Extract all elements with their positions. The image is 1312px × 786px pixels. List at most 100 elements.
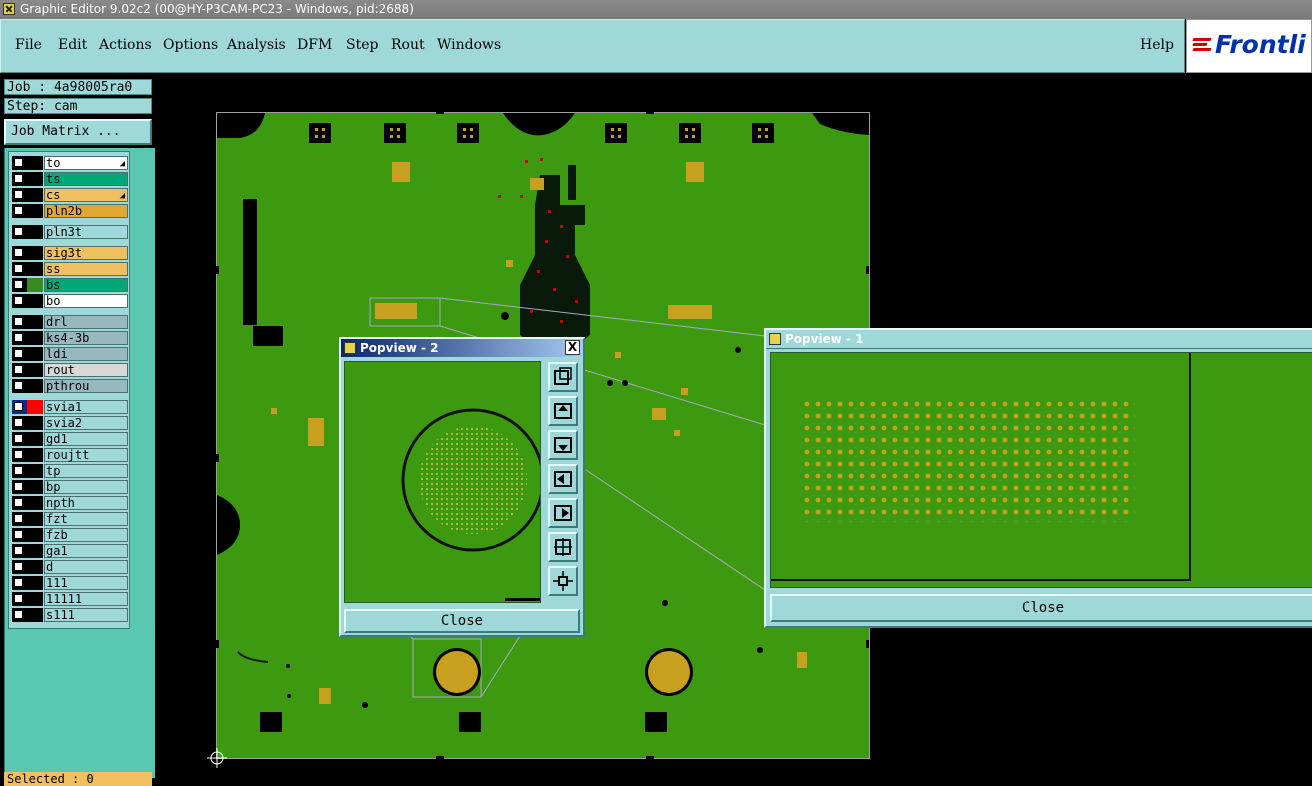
layer-checkbox[interactable] (14, 280, 23, 289)
layer-checkbox[interactable] (14, 402, 23, 411)
layer-row-ga1[interactable]: ga1 (12, 544, 129, 558)
layer-row-roujtt[interactable]: roujtt (12, 448, 129, 462)
layer-checkbox[interactable] (14, 190, 23, 199)
layer-name[interactable]: roujtt (44, 448, 128, 462)
menu-analysis[interactable]: Analysis (227, 37, 286, 53)
pan-up-button[interactable] (548, 396, 578, 426)
layer-name[interactable]: 11111 (44, 592, 128, 606)
layer-name[interactable]: bo (44, 294, 128, 308)
layer-color-swatch[interactable] (27, 432, 43, 446)
layer-row-d[interactable]: d (12, 560, 129, 574)
layer-name[interactable]: drl (44, 315, 128, 329)
layer-row-svia2[interactable]: svia2 (12, 416, 129, 430)
layer-color-swatch[interactable] (27, 315, 43, 329)
layer-name[interactable]: 111 (44, 576, 128, 590)
layer-name[interactable]: fzt (44, 512, 128, 526)
layer-color-swatch[interactable] (27, 448, 43, 462)
layer-checkbox[interactable] (14, 514, 23, 523)
layer-name[interactable]: pln2b (44, 204, 128, 218)
menu-file[interactable]: File (15, 37, 42, 53)
app-icon[interactable] (3, 3, 15, 15)
layer-color-swatch[interactable] (27, 204, 43, 218)
layer-name[interactable]: gd1 (44, 432, 128, 446)
layer-checkbox[interactable] (14, 418, 23, 427)
menu-rout[interactable]: Rout (391, 37, 425, 53)
layer-color-swatch[interactable] (27, 331, 43, 345)
layer-name[interactable]: svia2 (44, 416, 128, 430)
layer-checkbox[interactable] (14, 317, 23, 326)
layer-name[interactable]: fzb (44, 528, 128, 542)
layer-checkbox[interactable] (14, 264, 23, 273)
popview-2-titlebar[interactable]: Popview - 2 X (341, 339, 583, 357)
layer-row-drl[interactable]: drl (12, 315, 129, 329)
layer-name[interactable]: rout (44, 363, 128, 377)
layer-color-swatch[interactable] (27, 496, 43, 510)
layer-checkbox[interactable] (14, 206, 23, 215)
layer-color-swatch[interactable] (27, 416, 43, 430)
layer-row-bo[interactable]: bo (12, 294, 129, 308)
layer-color-swatch[interactable] (27, 480, 43, 494)
layer-row-cs[interactable]: cs ◢ (12, 188, 129, 202)
popview-2-view[interactable] (344, 361, 541, 603)
layer-row-fzt[interactable]: fzt (12, 512, 129, 526)
layer-checkbox[interactable] (14, 530, 23, 539)
layer-checkbox[interactable] (14, 248, 23, 257)
layer-row-11111[interactable]: 11111 (12, 592, 129, 606)
zoom-fit-button[interactable] (548, 362, 578, 392)
layer-row-pln3t[interactable]: pln3t (12, 225, 129, 239)
layer-row-pln2b[interactable]: pln2b (12, 204, 129, 218)
layer-color-swatch[interactable] (27, 156, 43, 170)
window-icon[interactable] (344, 342, 356, 354)
layer-name[interactable]: s111 (44, 608, 128, 622)
layer-checkbox[interactable] (14, 498, 23, 507)
menu-dfm[interactable]: DFM (297, 37, 332, 53)
layer-checkbox[interactable] (14, 562, 23, 571)
layer-row-gd1[interactable]: gd1 (12, 432, 129, 446)
layer-name[interactable]: tp (44, 464, 128, 478)
layer-name[interactable]: cs ◢ (44, 188, 128, 202)
layer-color-swatch[interactable] (27, 363, 43, 377)
menu-actions[interactable]: Actions (99, 37, 152, 53)
layer-name[interactable]: d (44, 560, 128, 574)
layer-checkbox[interactable] (14, 610, 23, 619)
layer-row-svia1[interactable]: svia1 (12, 400, 129, 414)
layer-checkbox[interactable] (14, 594, 23, 603)
layer-row-111[interactable]: 111 (12, 576, 129, 590)
layer-name[interactable]: sig3t (44, 246, 128, 260)
window-icon[interactable] (769, 333, 781, 345)
zoom-in-button[interactable] (548, 532, 578, 562)
layer-name[interactable]: ts (44, 172, 128, 186)
menu-help[interactable]: Help (1140, 37, 1174, 53)
menu-edit[interactable]: Edit (58, 37, 87, 53)
layer-checkbox[interactable] (14, 381, 23, 390)
layer-checkbox[interactable] (14, 546, 23, 555)
layer-checkbox[interactable] (14, 158, 23, 167)
layer-color-swatch[interactable] (27, 278, 43, 292)
layer-row-ldi[interactable]: ldi (12, 347, 129, 361)
layer-name[interactable]: pln3t (44, 225, 128, 239)
popview-1-close-button[interactable]: Close (770, 594, 1312, 622)
layer-row-rout[interactable]: rout (12, 363, 129, 377)
layer-row-bs[interactable]: bs (12, 278, 129, 292)
layer-color-swatch[interactable] (27, 608, 43, 622)
layer-checkbox[interactable] (14, 296, 23, 305)
layer-checkbox[interactable] (14, 333, 23, 342)
layer-color-swatch[interactable] (27, 560, 43, 574)
layer-row-fzb[interactable]: fzb (12, 528, 129, 542)
layer-color-swatch[interactable] (27, 188, 43, 202)
layer-color-swatch[interactable] (27, 294, 43, 308)
layer-name[interactable]: npth (44, 496, 128, 510)
layer-row-s111[interactable]: s111 (12, 608, 129, 622)
layer-name[interactable]: ldi (44, 347, 128, 361)
layer-color-swatch[interactable] (27, 246, 43, 260)
layer-row-ks4-3b[interactable]: ks4-3b (12, 331, 129, 345)
layer-checkbox[interactable] (14, 434, 23, 443)
layer-color-swatch[interactable] (27, 576, 43, 590)
close-x-icon[interactable]: X (565, 340, 580, 355)
layer-row-bp[interactable]: bp (12, 480, 129, 494)
layer-checkbox[interactable] (14, 578, 23, 587)
layer-color-swatch[interactable] (27, 262, 43, 276)
layer-color-swatch[interactable] (27, 592, 43, 606)
layer-checkbox[interactable] (14, 450, 23, 459)
layer-row-tp[interactable]: tp (12, 464, 129, 478)
